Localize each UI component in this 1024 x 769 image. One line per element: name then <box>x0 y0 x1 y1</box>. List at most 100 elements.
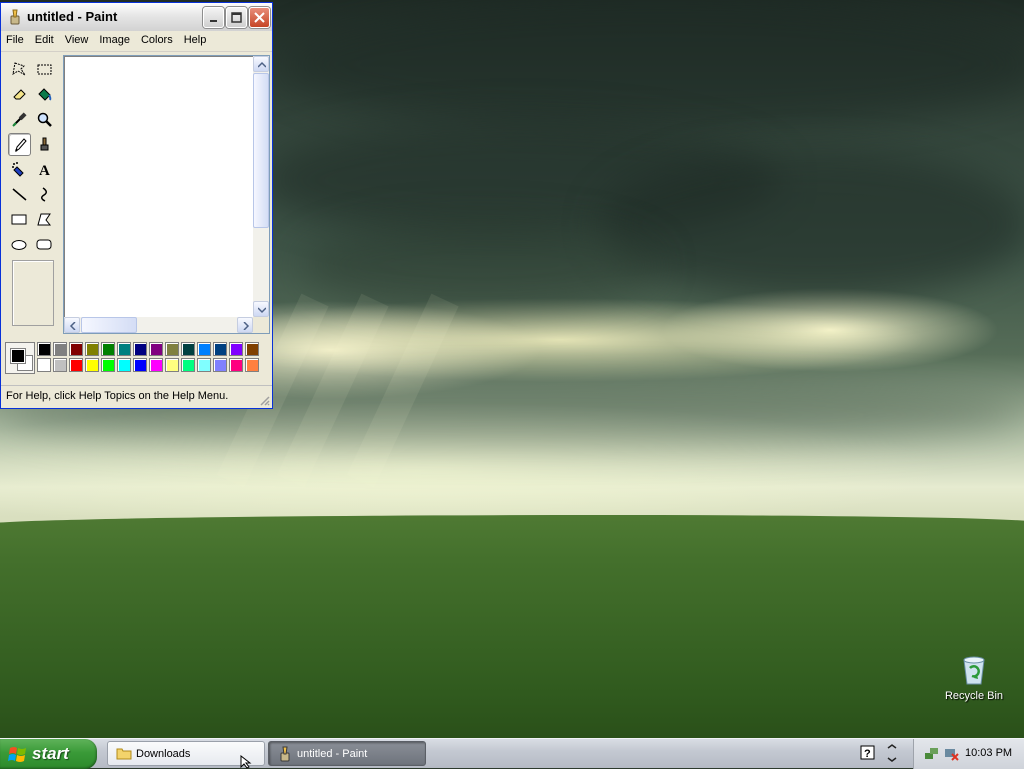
tool-airbrush[interactable] <box>8 158 31 181</box>
windows-logo-icon <box>8 747 26 762</box>
color-swatch[interactable] <box>213 358 227 372</box>
color-swatch[interactable] <box>133 342 147 356</box>
tool-rectangle[interactable] <box>8 208 31 231</box>
tool-curve[interactable] <box>33 183 56 206</box>
network-disconnected-icon[interactable] <box>944 747 960 761</box>
color-swatch[interactable] <box>149 358 163 372</box>
color-swatch[interactable] <box>69 342 83 356</box>
color-swatch[interactable] <box>165 358 179 372</box>
ellipse-icon <box>11 240 27 250</box>
curve-icon <box>41 187 47 202</box>
color-swatch[interactable] <box>213 342 227 356</box>
wallpaper-field <box>0 515 1024 738</box>
color-swatch[interactable] <box>245 342 259 356</box>
start-label: start <box>32 744 69 763</box>
color-swatch[interactable] <box>229 358 243 372</box>
maximize-button[interactable] <box>226 7 247 28</box>
tool-brush[interactable] <box>33 133 56 156</box>
clock: 10:03 PM <box>965 747 1013 759</box>
color-swatch[interactable] <box>197 342 211 356</box>
vertical-scrollbar[interactable] <box>253 56 269 317</box>
color-swatch[interactable] <box>37 342 51 356</box>
color-swatch[interactable] <box>165 342 179 356</box>
tool-select[interactable] <box>33 58 56 81</box>
menu-bar: File Edit View Image Colors Help <box>1 31 272 52</box>
taskbar-item-label: untitled - Paint <box>297 748 368 760</box>
color-swatch[interactable] <box>53 358 67 372</box>
tool-magnifier[interactable] <box>33 108 56 131</box>
color-swatch[interactable] <box>197 358 211 372</box>
minimize-icon <box>210 20 217 22</box>
recycle-bin-label: Recycle Bin <box>944 690 1004 702</box>
color-swatch[interactable] <box>181 358 195 372</box>
color-swatch[interactable] <box>149 342 163 356</box>
title-bar[interactable]: untitled - Paint <box>1 3 272 32</box>
recycle-bin[interactable]: Recycle Bin <box>938 654 1010 702</box>
taskbar: start Downloads untitled - Paint ? 10:03… <box>0 738 1024 769</box>
color-swatch[interactable] <box>85 358 99 372</box>
current-colors <box>5 342 35 374</box>
paint-window: untitled - Paint File Edit View Image Colors… <box>0 2 273 409</box>
arrow-up-icon <box>258 61 266 68</box>
horizontal-scrollbar[interactable] <box>64 317 253 333</box>
menu-view[interactable]: View <box>60 31 95 46</box>
color-swatches <box>37 342 261 374</box>
tool-pencil[interactable] <box>8 133 31 156</box>
tool-text[interactable]: A <box>33 158 56 181</box>
eraser-icon <box>13 89 26 100</box>
menu-file[interactable]: File <box>1 31 30 46</box>
color-swatch[interactable] <box>37 358 51 372</box>
svg-text:?: ? <box>864 748 871 760</box>
tool-line[interactable] <box>8 183 31 206</box>
help-icon[interactable]: ? <box>860 745 876 761</box>
network-icon[interactable] <box>924 747 940 761</box>
text-icon: A <box>39 163 50 178</box>
color-swatch[interactable] <box>101 342 115 356</box>
menu-help[interactable]: Help <box>179 31 213 46</box>
tool-fill[interactable] <box>33 83 56 106</box>
tool-options-box[interactable] <box>12 260 54 326</box>
color-swatch[interactable] <box>85 342 99 356</box>
foreground-color[interactable] <box>11 349 25 363</box>
scrollbar-corner <box>253 317 269 333</box>
menu-colors[interactable]: Colors <box>136 31 179 46</box>
color-palette <box>5 340 269 378</box>
canvas-area <box>63 55 270 334</box>
chevron-toggle-icon[interactable] <box>886 743 898 763</box>
drawing-canvas[interactable] <box>65 57 256 320</box>
tool-eraser[interactable] <box>8 83 31 106</box>
color-swatch[interactable] <box>53 342 67 356</box>
color-swatch[interactable] <box>117 342 131 356</box>
color-swatch[interactable] <box>229 342 243 356</box>
color-swatch[interactable] <box>117 358 131 372</box>
color-swatch[interactable] <box>101 358 115 372</box>
arrow-down-icon <box>258 307 266 314</box>
tool-free-form-select[interactable] <box>8 58 31 81</box>
resize-grip-icon[interactable] <box>258 394 270 406</box>
color-swatch[interactable] <box>69 358 83 372</box>
menu-image[interactable]: Image <box>94 31 136 46</box>
vertical-scroll-thumb[interactable] <box>253 73 269 228</box>
scroll-left-button[interactable] <box>64 317 80 333</box>
horizontal-scroll-thumb[interactable] <box>81 317 137 333</box>
minimize-button[interactable] <box>203 7 224 28</box>
arrow-left-icon <box>69 322 76 330</box>
color-swatch[interactable] <box>245 358 259 372</box>
scroll-down-button[interactable] <box>253 301 269 317</box>
magnifier-icon <box>37 112 52 127</box>
tool-rounded-rectangle[interactable] <box>33 233 56 256</box>
close-button[interactable] <box>249 7 270 28</box>
scroll-right-button[interactable] <box>237 317 253 333</box>
tool-polygon[interactable] <box>33 208 56 231</box>
scroll-up-button[interactable] <box>253 56 269 72</box>
taskbar-item-paint[interactable]: untitled - Paint <box>268 741 426 766</box>
color-swatch[interactable] <box>133 358 147 372</box>
start-button[interactable]: start <box>0 739 97 769</box>
close-icon <box>254 12 265 23</box>
tool-ellipse[interactable] <box>8 233 31 256</box>
menu-edit[interactable]: Edit <box>30 31 60 46</box>
status-bar: For Help, click Help Topics on the Help … <box>1 385 272 408</box>
color-swatch[interactable] <box>181 342 195 356</box>
airbrush-icon <box>12 162 24 177</box>
tool-pick-color[interactable] <box>8 108 31 131</box>
